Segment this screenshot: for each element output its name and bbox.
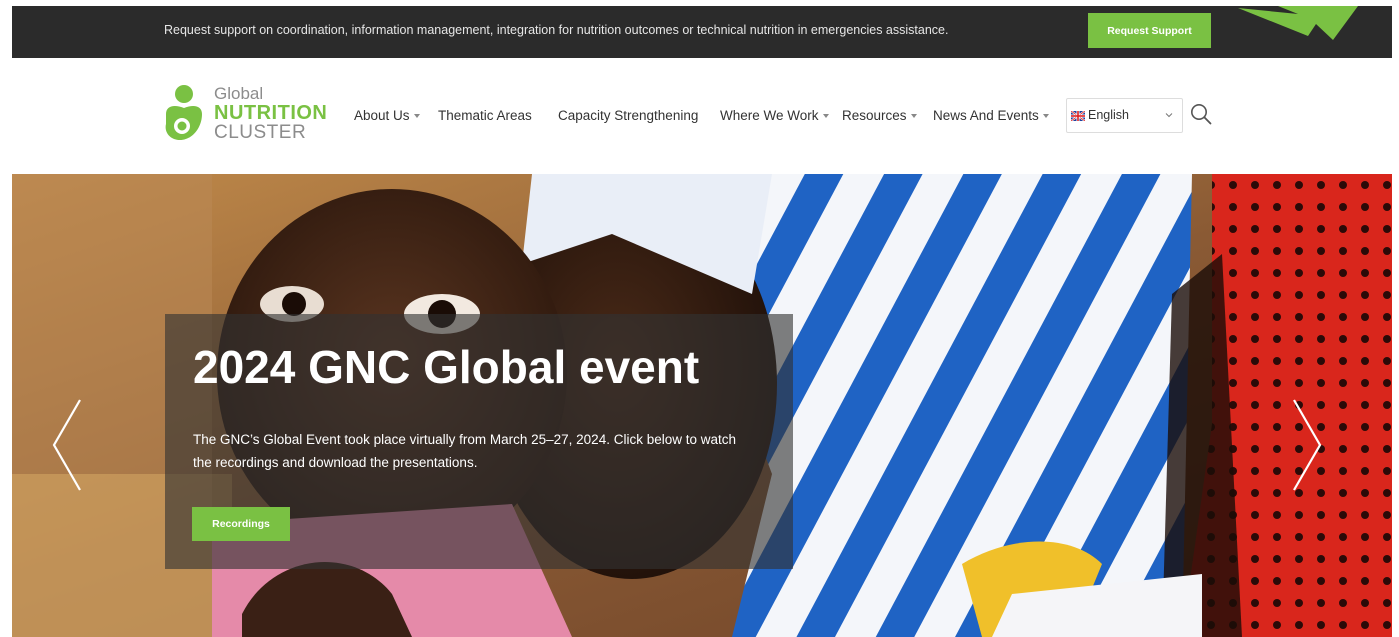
caret-down-icon [910, 114, 917, 119]
nav-news-and-events[interactable]: News And Events [933, 108, 1049, 123]
language-select[interactable]: English [1066, 98, 1183, 133]
request-support-button[interactable]: Request Support [1088, 13, 1211, 48]
caret-down-icon [1042, 114, 1049, 119]
chevron-left-icon[interactable] [50, 398, 84, 492]
page: Request support on coordination, informa… [12, 6, 1392, 637]
chevron-down-icon [1165, 113, 1173, 118]
nav-about-us[interactable]: About Us [354, 108, 420, 123]
nutrition-cluster-logo-icon [165, 85, 202, 140]
nav-where-we-work[interactable]: Where We Work [720, 108, 829, 123]
nav-capacity-strengthening[interactable]: Capacity Strengthening [558, 108, 698, 123]
logo-wordmark: Global NUTRITION CLUSTER [214, 85, 327, 142]
uk-flag-icon [1071, 111, 1085, 121]
nav-resources[interactable]: Resources [842, 108, 917, 123]
language-selected-label: English [1088, 108, 1129, 122]
hero-caption-panel: 2024 GNC Global event The GNC’s Global E… [165, 314, 793, 569]
chevron-right-icon[interactable] [1290, 398, 1324, 492]
logo-line-global: Global [214, 84, 264, 103]
announcement-bar: Request support on coordination, informa… [12, 6, 1392, 58]
announcement-text: Request support on coordination, informa… [164, 23, 949, 37]
caret-down-icon [822, 114, 829, 119]
nav-about-us-label: About Us [354, 108, 410, 123]
hero-description: The GNC’s Global Event took place virtua… [193, 432, 736, 470]
logo-line-nutrition: NUTRITION [214, 102, 328, 124]
arrow-shape-icon [1238, 6, 1358, 40]
recordings-button[interactable]: Recordings [192, 507, 290, 541]
nav-thematic-areas[interactable]: Thematic Areas [438, 108, 532, 123]
nav-news-and-events-label: News And Events [933, 108, 1039, 123]
logo-line-cluster: CLUSTER [214, 122, 307, 143]
site-logo[interactable]: Global NUTRITION CLUSTER [162, 84, 332, 144]
nav-thematic-areas-label: Thematic Areas [438, 108, 532, 123]
nav-where-we-work-label: Where We Work [720, 108, 819, 123]
hero-title: 2024 GNC Global event [193, 341, 700, 393]
caret-down-icon [413, 114, 420, 119]
search-icon[interactable] [1190, 103, 1212, 125]
site-header: Global NUTRITION CLUSTER About Us Themat… [12, 58, 1392, 174]
hero-slider: 2024 GNC Global event The GNC’s Global E… [12, 174, 1392, 637]
nav-resources-label: Resources [842, 108, 907, 123]
nav-capacity-strengthening-label: Capacity Strengthening [558, 108, 699, 123]
